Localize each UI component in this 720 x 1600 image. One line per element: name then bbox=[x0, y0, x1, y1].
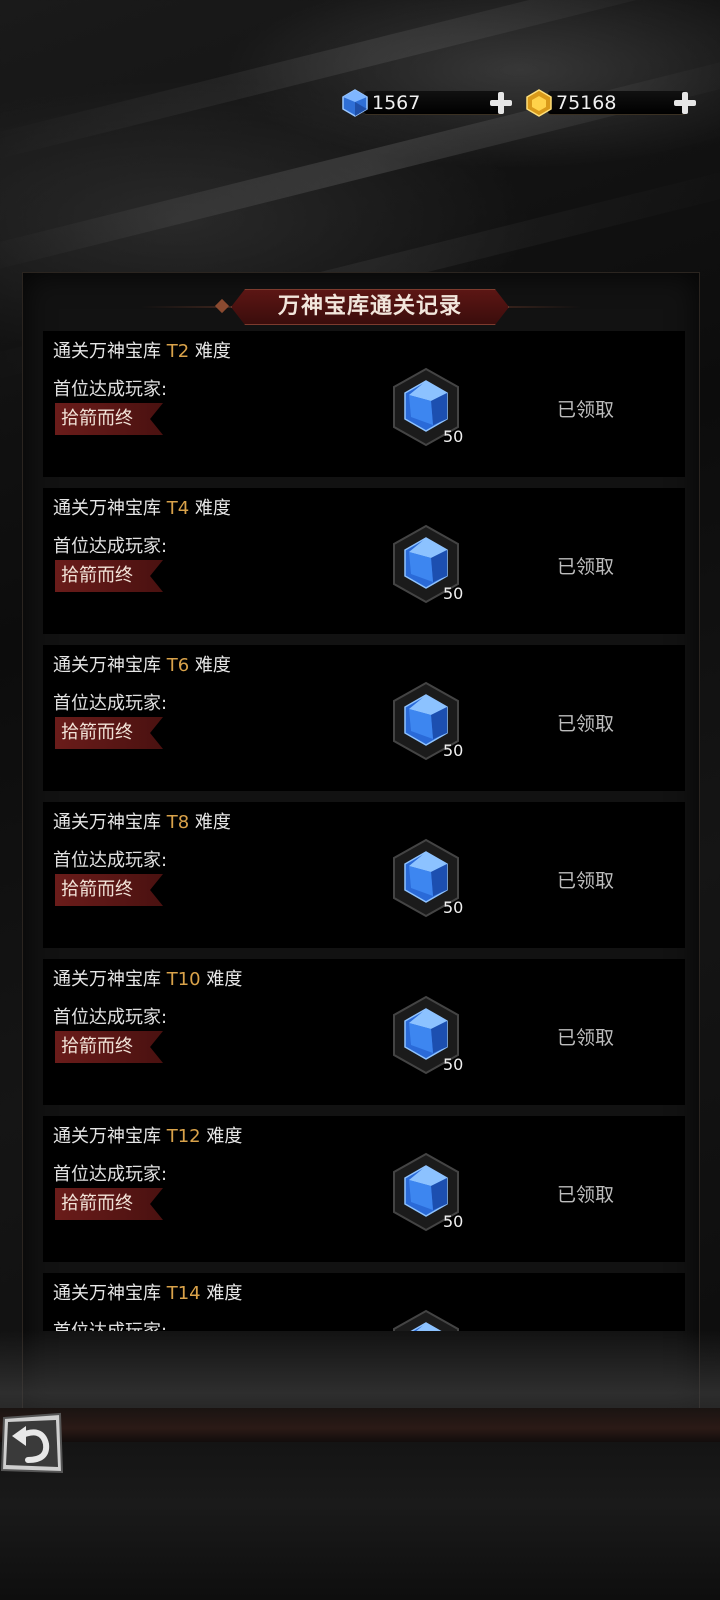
clear-record-panel: 万神宝库通关记录 通关万神宝库 T2 难度 首位达成玩家: 拾箭而终 50 已领取 通关万… bbox=[22, 272, 700, 1414]
player-name-tag: 拾箭而终 bbox=[55, 1188, 163, 1220]
record-tier: T14 bbox=[166, 1283, 201, 1304]
gold-gem-icon bbox=[524, 88, 554, 118]
add-gold-button[interactable] bbox=[672, 90, 698, 116]
blue-gem-icon bbox=[393, 1309, 459, 1331]
player-name-tag: 拾箭而终 bbox=[55, 1031, 163, 1063]
record-heading: 通关万神宝库 T14 难度 bbox=[53, 1279, 242, 1305]
record-heading: 通关万神宝库 T8 难度 bbox=[53, 808, 231, 834]
diamond-amount: 1567 bbox=[364, 91, 502, 115]
reward-count: 50 bbox=[443, 898, 464, 917]
bottom-border bbox=[0, 1408, 720, 1442]
first-player-label: 首位达成玩家: bbox=[53, 379, 168, 400]
record-row: 通关万神宝库 T10 难度首位达成玩家: 拾箭而终 50 已领取 bbox=[43, 959, 685, 1105]
record-heading-suffix: 难度 bbox=[200, 1283, 243, 1304]
record-heading-prefix: 通关万神宝库 bbox=[53, 1126, 167, 1147]
record-row: 通关万神宝库 T2 难度 首位达成玩家: 拾箭而终 50 已领取 bbox=[43, 331, 685, 477]
first-player-label: 首位达成玩家: bbox=[53, 693, 168, 714]
record-heading: 通关万神宝库 T10 难度 bbox=[53, 965, 242, 991]
record-heading-prefix: 通关万神宝库 bbox=[53, 341, 167, 362]
claimed-status: 已领取 bbox=[557, 1184, 615, 1206]
claimed-status: 已领取 bbox=[557, 870, 615, 892]
player-name-tag: 拾箭而终 bbox=[55, 560, 163, 592]
record-row: 通关万神宝库 T14 难度首位达成玩家: bbox=[43, 1273, 685, 1331]
record-heading-prefix: 通关万神宝库 bbox=[53, 655, 167, 676]
record-row: 通关万神宝库 T4 难度 首位达成玩家: 拾箭而终 50 已领取 bbox=[43, 488, 685, 634]
record-heading-suffix: 难度 bbox=[189, 498, 231, 519]
record-heading: 通关万神宝库 T12 难度 bbox=[53, 1122, 242, 1148]
reward-count: 50 bbox=[443, 1212, 464, 1231]
panel-header: 万神宝库通关记录 bbox=[23, 289, 699, 325]
claimed-status: 已领取 bbox=[557, 713, 615, 735]
record-tier: T10 bbox=[166, 969, 201, 990]
record-heading-prefix: 通关万神宝库 bbox=[53, 498, 167, 519]
first-player-label: 首位达成玩家: bbox=[53, 1007, 168, 1028]
first-player-label: 首位达成玩家: bbox=[53, 536, 168, 557]
record-heading-suffix: 难度 bbox=[200, 969, 243, 990]
record-heading-prefix: 通关万神宝库 bbox=[53, 969, 167, 990]
reward-count: 50 bbox=[443, 741, 464, 760]
record-heading-prefix: 通关万神宝库 bbox=[53, 1283, 167, 1304]
gold-currency: 75168 bbox=[524, 88, 698, 118]
first-player-label: 首位达成玩家: bbox=[53, 1164, 168, 1185]
record-heading-suffix: 难度 bbox=[189, 812, 231, 833]
player-name-tag: 拾箭而终 bbox=[55, 403, 163, 435]
record-heading-prefix: 通关万神宝库 bbox=[53, 812, 167, 833]
diamond-currency: 1567 bbox=[340, 88, 514, 118]
back-arrow-icon bbox=[0, 1412, 64, 1474]
claimed-status: 已领取 bbox=[557, 399, 615, 421]
gold-amount: 75168 bbox=[548, 91, 686, 115]
reward-count: 50 bbox=[443, 584, 464, 603]
back-button[interactable] bbox=[0, 1412, 64, 1476]
reward-count: 50 bbox=[443, 427, 464, 446]
bottom-area bbox=[0, 1442, 720, 1600]
record-row: 通关万神宝库 T12 难度首位达成玩家: 拾箭而终 50 已领取 bbox=[43, 1116, 685, 1262]
record-tier: T2 bbox=[166, 341, 190, 362]
panel-title: 万神宝库通关记录 bbox=[231, 289, 509, 325]
record-row: 通关万神宝库 T8 难度 首位达成玩家: 拾箭而终 50 已领取 bbox=[43, 802, 685, 948]
claimed-status: 已领取 bbox=[557, 1027, 615, 1049]
record-heading-suffix: 难度 bbox=[189, 655, 231, 676]
blue-gem-icon bbox=[340, 88, 370, 118]
record-tier: T4 bbox=[166, 498, 190, 519]
record-tier: T6 bbox=[166, 655, 190, 676]
record-row: 通关万神宝库 T6 难度 首位达成玩家: 拾箭而终 50 已领取 bbox=[43, 645, 685, 791]
reward-count: 50 bbox=[443, 1055, 464, 1074]
reward-item[interactable] bbox=[391, 1309, 461, 1331]
claimed-status: 已领取 bbox=[557, 556, 615, 578]
player-name-tag: 拾箭而终 bbox=[55, 717, 163, 749]
record-tier: T8 bbox=[166, 812, 190, 833]
record-list[interactable]: 通关万神宝库 T2 难度 首位达成玩家: 拾箭而终 50 已领取 通关万神宝库 T4 难度… bbox=[43, 331, 685, 1331]
player-name-tag: 拾箭而终 bbox=[55, 874, 163, 906]
record-heading: 通关万神宝库 T4 难度 bbox=[53, 494, 231, 520]
add-diamond-button[interactable] bbox=[488, 90, 514, 116]
record-heading: 通关万神宝库 T2 难度 bbox=[53, 337, 231, 363]
record-heading: 通关万神宝库 T6 难度 bbox=[53, 651, 231, 677]
first-player-label: 首位达成玩家: bbox=[53, 1317, 167, 1331]
record-heading-suffix: 难度 bbox=[200, 1126, 243, 1147]
title-ornament-left bbox=[214, 298, 230, 314]
record-heading-suffix: 难度 bbox=[189, 341, 231, 362]
record-tier: T12 bbox=[166, 1126, 201, 1147]
first-player-label: 首位达成玩家: bbox=[53, 850, 168, 871]
